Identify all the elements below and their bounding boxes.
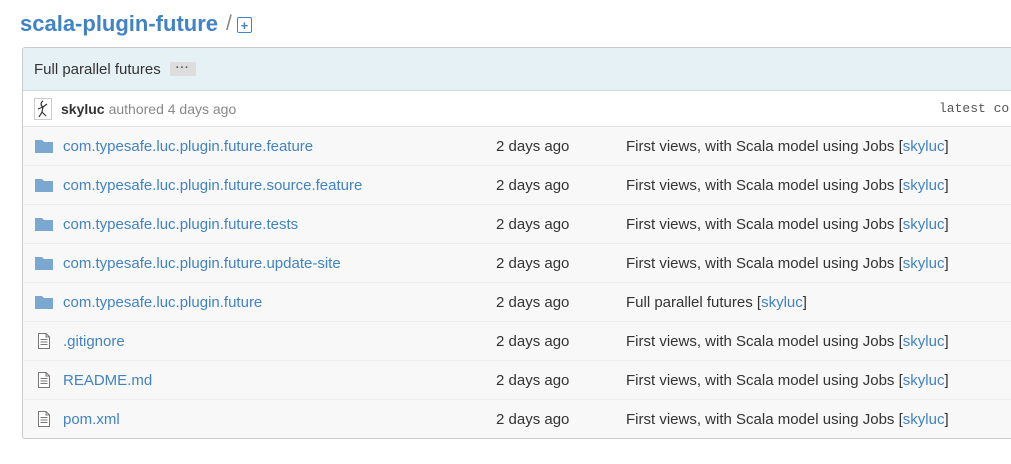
file-navigation: Full parallel futures ··· skyluc authore… bbox=[22, 47, 1011, 439]
commit-author[interactable]: skyluc bbox=[61, 101, 105, 117]
file-icon bbox=[35, 333, 53, 349]
file-name-link[interactable]: com.typesafe.luc.plugin.future.update-si… bbox=[63, 255, 341, 272]
commit-message: First views, with Scala model using Jobs… bbox=[626, 177, 949, 194]
file-age: 2 days ago bbox=[496, 410, 570, 428]
folder-icon bbox=[35, 255, 53, 271]
commit-author-link[interactable]: skyluc bbox=[903, 372, 945, 389]
file-name-link[interactable]: com.typesafe.luc.plugin.future bbox=[63, 294, 262, 311]
commit-title-bar: Full parallel futures ··· bbox=[23, 48, 1011, 91]
commit-message: First views, with Scala model using Jobs… bbox=[626, 372, 949, 389]
file-name-link[interactable]: com.typesafe.luc.plugin.future.source.fe… bbox=[63, 177, 362, 194]
file-icon bbox=[35, 372, 53, 388]
folder-icon bbox=[35, 177, 53, 193]
file-age: 2 days ago bbox=[496, 293, 570, 311]
latest-commit-link[interactable]: latest co bbox=[939, 101, 1009, 116]
bracket-close: ] bbox=[944, 137, 949, 155]
file-icon bbox=[35, 411, 53, 427]
file-name-link[interactable]: README.md bbox=[63, 372, 152, 389]
breadcrumb: scala-plugin-future / + bbox=[20, 8, 252, 40]
commit-message: First views, with Scala model using Jobs… bbox=[626, 333, 949, 350]
commit-message: First views, with Scala model using Jobs… bbox=[626, 216, 949, 233]
file-age: 2 days ago bbox=[496, 254, 570, 272]
file-row: com.typesafe.luc.plugin.future.tests 2 da… bbox=[23, 204, 1011, 243]
file-name-link[interactable]: com.typesafe.luc.plugin.future.feature bbox=[63, 138, 313, 155]
file-age: 2 days ago bbox=[496, 176, 570, 194]
file-row: com.typesafe.luc.plugin.future.update-si… bbox=[23, 243, 1011, 282]
repo-name-link[interactable]: scala-plugin-future bbox=[20, 11, 218, 37]
commit-title: Full parallel futures bbox=[34, 60, 161, 78]
commit-message-text[interactable]: First views, with Scala model using Jobs bbox=[626, 411, 894, 428]
file-list: com.typesafe.luc.plugin.future.feature 2 … bbox=[23, 127, 1011, 438]
expand-commit-button[interactable]: ··· bbox=[169, 62, 196, 76]
file-name-link[interactable]: pom.xml bbox=[63, 411, 120, 428]
commit-message: First views, with Scala model using Jobs… bbox=[626, 138, 949, 155]
bracket-close: ] bbox=[944, 410, 949, 428]
commit-author-link[interactable]: skyluc bbox=[903, 333, 945, 350]
path-separator: / bbox=[226, 12, 232, 35]
avatar[interactable] bbox=[34, 97, 52, 120]
bracket-close: ] bbox=[944, 371, 949, 389]
commit-author-link[interactable]: skyluc bbox=[903, 177, 945, 194]
file-age: 2 days ago bbox=[496, 215, 570, 233]
commit-author-link[interactable]: skyluc bbox=[903, 138, 945, 155]
commit-message-text[interactable]: First views, with Scala model using Jobs bbox=[626, 138, 894, 155]
commit-message-text[interactable]: First views, with Scala model using Jobs bbox=[626, 216, 894, 233]
commit-message: First views, with Scala model using Jobs… bbox=[626, 255, 949, 272]
file-row: com.typesafe.luc.plugin.future.source.fe… bbox=[23, 165, 1011, 204]
commit-message: First views, with Scala model using Jobs… bbox=[626, 411, 949, 428]
bracket-close: ] bbox=[944, 332, 949, 350]
commit-message: Full parallel futures [skyluc] bbox=[626, 294, 807, 311]
folder-icon bbox=[35, 294, 53, 310]
commit-message-text[interactable]: First views, with Scala model using Jobs bbox=[626, 372, 894, 389]
commit-author-link[interactable]: skyluc bbox=[903, 411, 945, 428]
commit-message-text[interactable]: First views, with Scala model using Jobs bbox=[626, 333, 894, 350]
file-row: .gitignore 2 days ago First views, with Sc… bbox=[23, 321, 1011, 360]
commit-authored-time: authored 4 days ago bbox=[108, 100, 237, 117]
file-row: com.typesafe.luc.plugin.future 2 days ago… bbox=[23, 282, 1011, 321]
new-file-icon[interactable]: + bbox=[236, 17, 252, 33]
bracket-close: ] bbox=[802, 293, 807, 311]
commit-author-link[interactable]: skyluc bbox=[903, 255, 945, 272]
commit-message-text[interactable]: First views, with Scala model using Jobs bbox=[626, 255, 894, 272]
file-row: pom.xml 2 days ago First views, with Scala… bbox=[23, 399, 1011, 438]
file-row: com.typesafe.luc.plugin.future.feature 2 … bbox=[23, 127, 1011, 165]
commit-author-link[interactable]: skyluc bbox=[903, 216, 945, 233]
file-name-link[interactable]: .gitignore bbox=[63, 333, 125, 350]
file-name-link[interactable]: com.typesafe.luc.plugin.future.tests bbox=[63, 216, 298, 233]
bracket-close: ] bbox=[944, 176, 949, 194]
file-age: 2 days ago bbox=[496, 371, 570, 389]
folder-icon bbox=[35, 216, 53, 232]
bracket-close: ] bbox=[944, 254, 949, 272]
file-row: README.md 2 days ago First views, with Sca… bbox=[23, 360, 1011, 399]
folder-icon bbox=[35, 138, 53, 154]
commit-author-link[interactable]: skyluc bbox=[761, 294, 803, 311]
commit-meta: skyluc authored 4 days ago latest co bbox=[23, 91, 1011, 127]
file-age: 2 days ago bbox=[496, 137, 570, 155]
bracket-close: ] bbox=[944, 215, 949, 233]
file-age: 2 days ago bbox=[496, 332, 570, 350]
commit-message-text[interactable]: First views, with Scala model using Jobs bbox=[626, 177, 894, 194]
commit-message-text[interactable]: Full parallel futures bbox=[626, 294, 753, 311]
